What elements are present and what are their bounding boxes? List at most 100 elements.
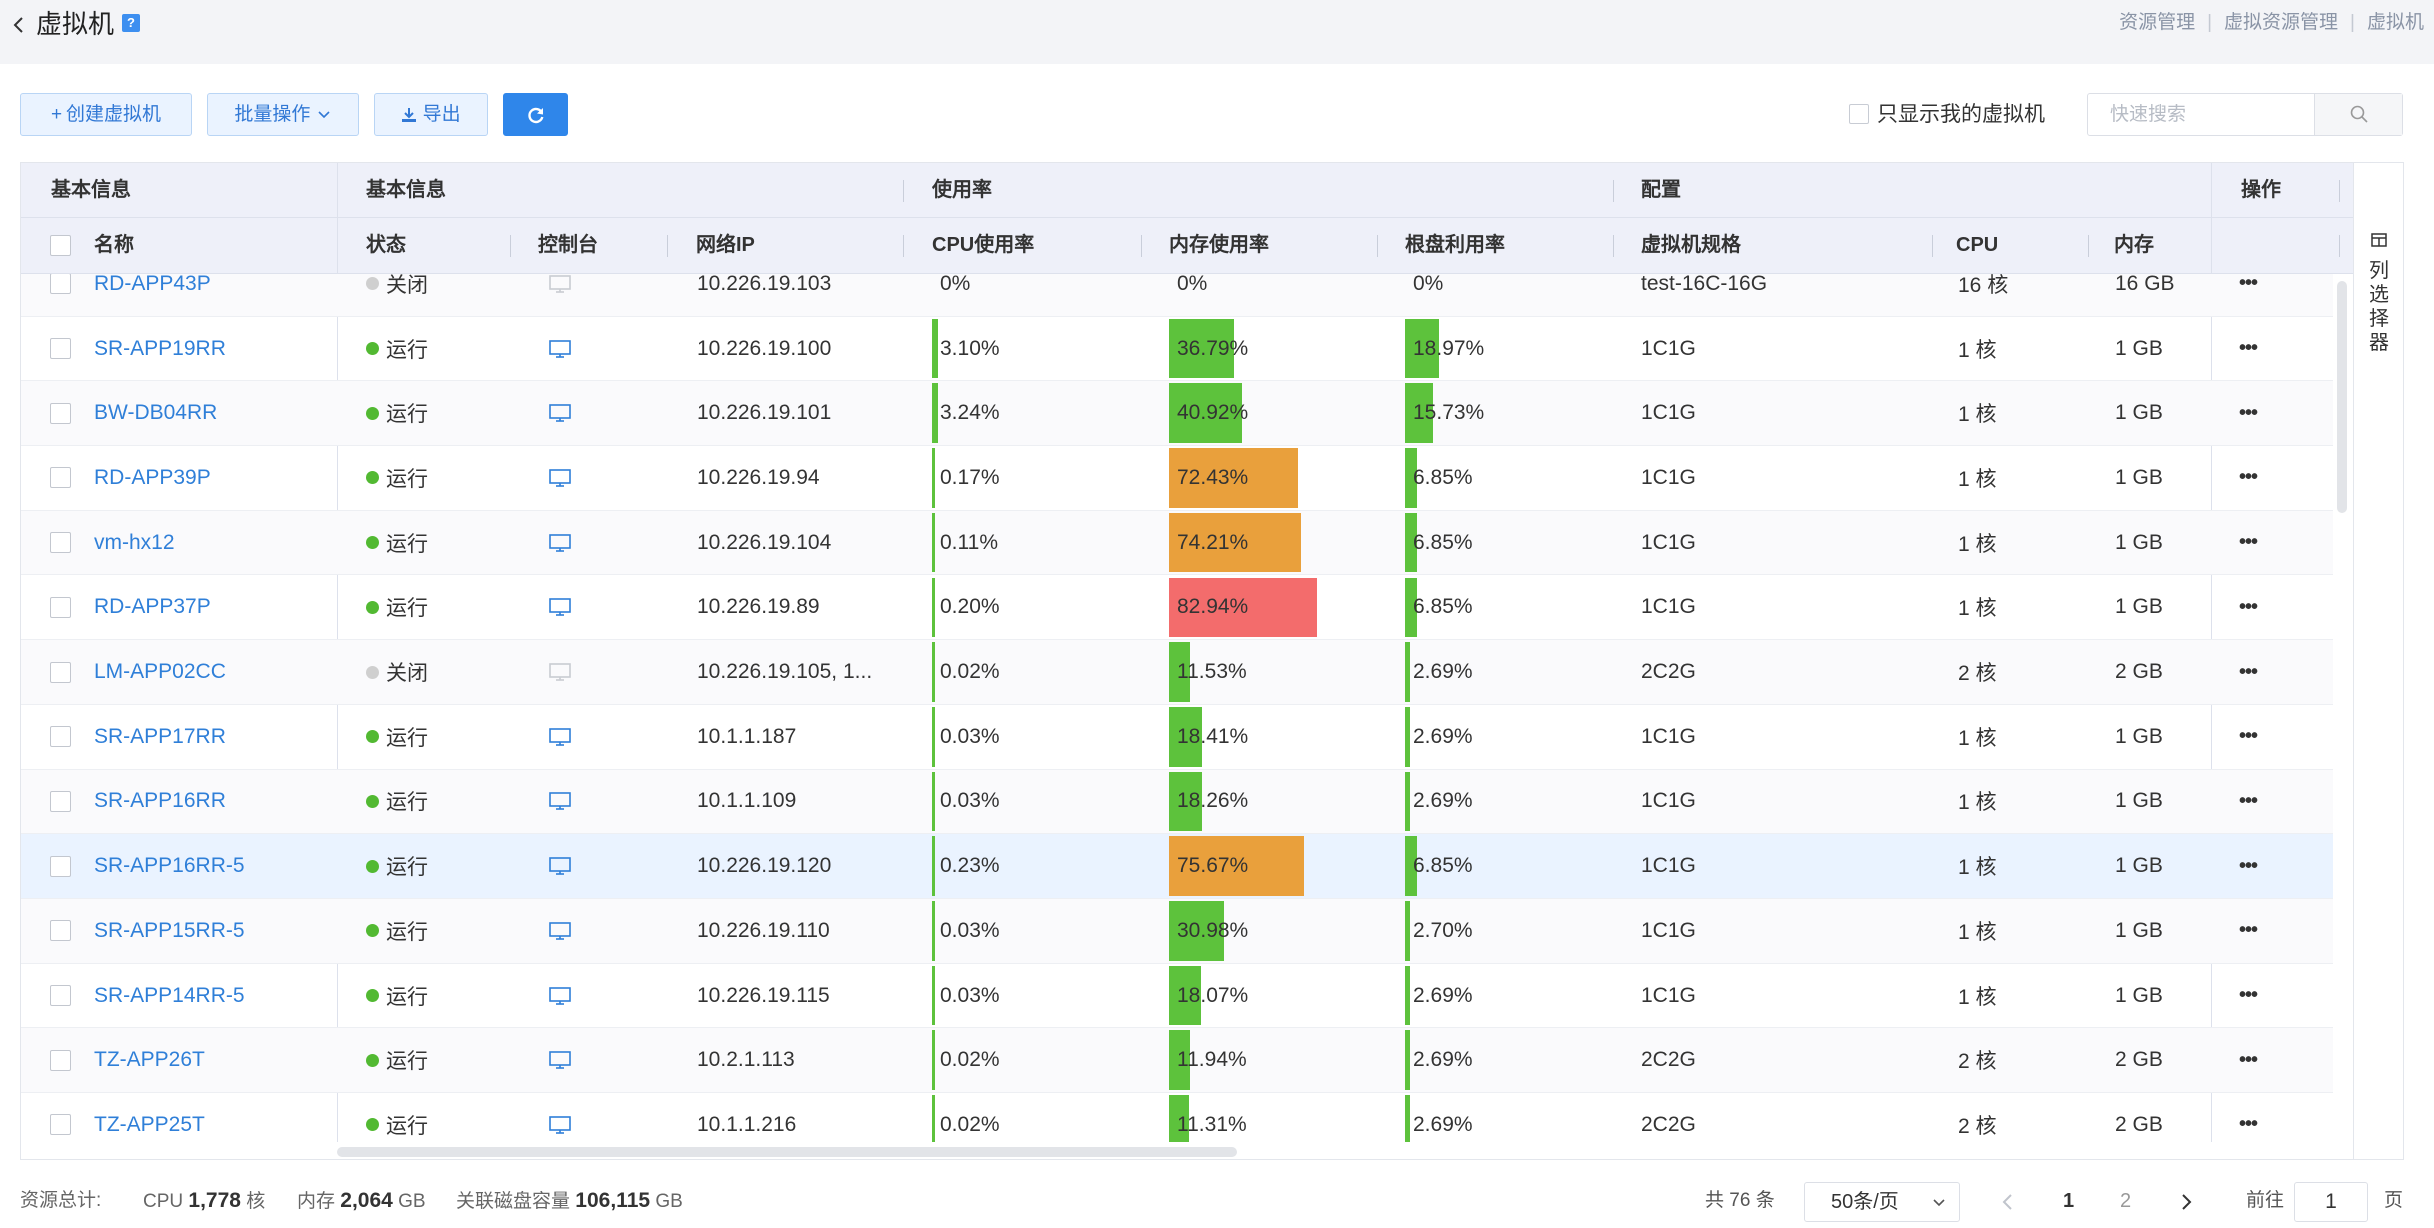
monitor-icon[interactable] xyxy=(548,856,572,876)
vm-name-link[interactable]: BW-DB04RR xyxy=(94,401,217,425)
table-row[interactable]: RD-APP43P 关闭 10.226.19.103 0% 0% 0% test-16C-1… xyxy=(21,274,2333,317)
select-all-checkbox[interactable] xyxy=(50,235,71,256)
monitor-icon[interactable] xyxy=(548,727,572,747)
next-page-icon[interactable] xyxy=(2178,1192,2194,1212)
column-header-mem-usage[interactable]: 内存使用率 xyxy=(1169,218,1269,273)
monitor-icon[interactable] xyxy=(548,468,572,488)
monitor-icon[interactable] xyxy=(548,1050,572,1070)
vm-name-link[interactable]: SR-APP16RR-5 xyxy=(94,854,245,878)
vm-name-link[interactable]: TZ-APP25T xyxy=(94,1113,205,1137)
table-row[interactable]: LM-APP02CC 关闭 10.226.19.105, 1... 0.02% 11.5… xyxy=(21,640,2333,705)
only-mine-checkbox[interactable]: 只显示我的虚拟机 xyxy=(1849,100,2045,130)
row-checkbox[interactable] xyxy=(50,1049,71,1071)
table-row[interactable]: BW-DB04RR 运行 10.226.19.101 3.24% 40.92% 15.73… xyxy=(21,381,2333,447)
more-actions-icon[interactable]: ••• xyxy=(2239,1049,2258,1072)
column-header-spec[interactable]: 虚拟机规格 xyxy=(1641,218,1741,273)
table-row[interactable]: SR-APP14RR-5 运行 10.226.19.115 0.03% 18.07% 2.… xyxy=(21,964,2333,1029)
row-checkbox[interactable] xyxy=(50,338,71,360)
table-row[interactable]: SR-APP15RR-5 运行 10.226.19.110 0.03% 30.98% 2.… xyxy=(21,899,2333,964)
horizontal-scrollbar[interactable] xyxy=(337,1147,1237,1157)
monitor-icon[interactable] xyxy=(548,403,572,423)
column-header-cpu[interactable]: CPU xyxy=(1956,218,1998,273)
more-actions-icon[interactable]: ••• xyxy=(2239,919,2258,942)
vm-name-link[interactable]: RD-APP43P xyxy=(94,274,211,296)
vm-name-link[interactable]: SR-APP17RR xyxy=(94,725,226,749)
row-checkbox[interactable] xyxy=(50,920,71,942)
row-checkbox[interactable] xyxy=(50,726,71,748)
column-header-console[interactable]: 控制台 xyxy=(538,218,598,273)
vertical-scrollbar[interactable] xyxy=(2337,281,2347,513)
vm-name-link[interactable]: SR-APP19RR xyxy=(94,337,226,361)
row-checkbox[interactable] xyxy=(50,467,71,489)
more-actions-icon[interactable]: ••• xyxy=(2239,274,2258,295)
row-checkbox[interactable] xyxy=(50,596,71,618)
monitor-icon[interactable] xyxy=(548,597,572,617)
prev-page-icon[interactable] xyxy=(2000,1192,2016,1212)
vm-name-link[interactable]: RD-APP39P xyxy=(94,466,211,490)
monitor-icon[interactable] xyxy=(548,339,572,359)
more-actions-icon[interactable]: ••• xyxy=(2239,466,2258,489)
vm-name-link[interactable]: SR-APP14RR-5 xyxy=(94,984,245,1008)
monitor-icon[interactable] xyxy=(548,1115,572,1135)
monitor-icon[interactable] xyxy=(548,791,572,811)
column-header-ip[interactable]: 网络IP xyxy=(696,218,755,273)
table-row[interactable]: TZ-APP26T 运行 10.2.1.113 0.02% 11.94% 2.69% 2C2… xyxy=(21,1028,2333,1094)
row-checkbox[interactable] xyxy=(50,661,71,683)
export-button[interactable]: 导出 xyxy=(374,93,488,136)
table-row[interactable]: RD-APP37P 运行 10.226.19.89 0.20% 82.94% 6.85% 1… xyxy=(21,576,2333,641)
page-number-2[interactable]: 2 xyxy=(2120,1186,2131,1216)
row-checkbox[interactable] xyxy=(50,855,71,877)
column-header-disk-usage[interactable]: 根盘利用率 xyxy=(1405,218,1505,273)
column-header-memory[interactable]: 内存 xyxy=(2114,218,2154,273)
back-arrow-icon[interactable] xyxy=(8,12,28,38)
table-row[interactable]: SR-APP16RR-5 运行 10.226.19.120 0.23% 75.67% 6.… xyxy=(21,834,2333,899)
search-button[interactable] xyxy=(2314,94,2402,135)
more-actions-icon[interactable]: ••• xyxy=(2239,596,2258,619)
breadcrumb-item-virtual-resource-mgmt[interactable]: 虚拟资源管理 xyxy=(2224,12,2338,33)
vm-name-link[interactable]: vm-hx12 xyxy=(94,531,175,555)
table-row[interactable]: SR-APP19RR 运行 10.226.19.100 3.10% 36.79% 18.9… xyxy=(21,317,2333,382)
row-checkbox[interactable] xyxy=(50,985,71,1007)
column-header-status[interactable]: 状态 xyxy=(366,218,406,273)
page-number-1[interactable]: 1 xyxy=(2063,1186,2074,1216)
more-actions-icon[interactable]: ••• xyxy=(2239,984,2258,1007)
table-row[interactable]: RD-APP39P 运行 10.226.19.94 0.17% 72.43% 6.85% 1… xyxy=(21,446,2333,511)
more-actions-icon[interactable]: ••• xyxy=(2239,855,2258,878)
batch-operation-dropdown[interactable]: 批量操作 xyxy=(207,93,359,136)
vm-name-link[interactable]: TZ-APP26T xyxy=(94,1048,205,1072)
more-actions-icon[interactable]: ••• xyxy=(2239,725,2258,748)
vm-name-link[interactable]: SR-APP16RR xyxy=(94,789,226,813)
column-header-name[interactable]: 名称 xyxy=(94,218,134,273)
monitor-icon[interactable] xyxy=(548,533,572,553)
monitor-icon[interactable] xyxy=(548,921,572,941)
goto-page-input[interactable] xyxy=(2294,1182,2368,1222)
table-row[interactable]: SR-APP17RR 运行 10.1.1.187 0.03% 18.41% 2.69% 1C… xyxy=(21,705,2333,770)
breadcrumb-item-resource-mgmt[interactable]: 资源管理 xyxy=(2119,12,2195,33)
table-row[interactable]: SR-APP16RR 运行 10.1.1.109 0.03% 18.26% 2.69% 1C… xyxy=(21,769,2333,835)
vm-name-link[interactable]: SR-APP15RR-5 xyxy=(94,919,245,943)
row-checkbox[interactable] xyxy=(50,532,71,554)
vm-name-link[interactable]: RD-APP37P xyxy=(94,595,211,619)
more-actions-icon[interactable]: ••• xyxy=(2239,337,2258,360)
monitor-icon[interactable] xyxy=(548,986,572,1006)
help-icon[interactable]: ? xyxy=(122,14,140,32)
more-actions-icon[interactable]: ••• xyxy=(2239,1113,2258,1136)
create-vm-button[interactable]: + 创建虚拟机 xyxy=(20,93,192,136)
more-actions-icon[interactable]: ••• xyxy=(2239,531,2258,554)
column-header-cpu-usage[interactable]: CPU使用率 xyxy=(932,218,1034,273)
row-checkbox[interactable] xyxy=(50,790,71,812)
table-row[interactable]: TZ-APP25T 运行 10.1.1.216 0.02% 11.31% 2.69% 2C2… xyxy=(21,1093,2333,1142)
row-checkbox[interactable] xyxy=(50,274,71,295)
search-input[interactable] xyxy=(2088,94,2314,135)
row-checkbox[interactable] xyxy=(50,402,71,424)
only-mine-checkbox-box[interactable] xyxy=(1849,104,1869,124)
page-size-select[interactable]: 50条/页 xyxy=(1804,1182,1960,1222)
more-actions-icon[interactable]: ••• xyxy=(2239,661,2258,684)
row-checkbox[interactable] xyxy=(50,1114,71,1136)
refresh-button[interactable] xyxy=(503,93,568,136)
column-selector-panel[interactable]: 列选择器 xyxy=(2353,163,2403,1159)
vm-name-link[interactable]: LM-APP02CC xyxy=(94,660,226,684)
table-row[interactable]: vm-hx12 运行 10.226.19.104 0.11% 74.21% 6.85% 1C… xyxy=(21,510,2333,576)
more-actions-icon[interactable]: ••• xyxy=(2239,790,2258,813)
more-actions-icon[interactable]: ••• xyxy=(2239,402,2258,425)
